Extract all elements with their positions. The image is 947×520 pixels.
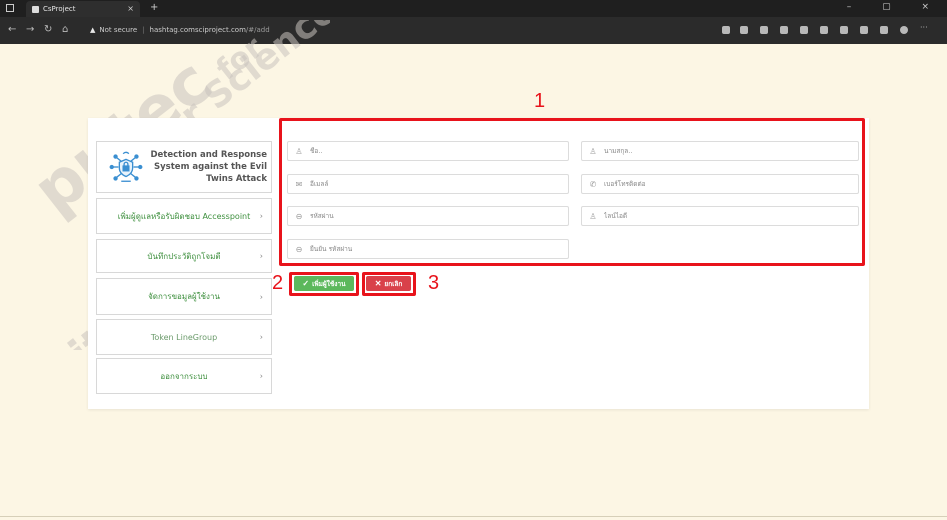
window-menu-icon[interactable] [6,4,14,12]
home-icon[interactable]: ⌂ [62,24,68,35]
chevron-right-icon: › [259,371,263,381]
router-shield-icon [109,151,143,182]
profile-icon[interactable] [900,26,908,34]
sidebar-item-label: เพิ่มผู้ดูแลหรือรับผิดชอบ Accesspoint [117,211,251,221]
add-user-button-label: เพิ่มผู้ใช้งาน [312,280,346,288]
extension-icon[interactable] [820,26,828,34]
sidebar-item-manage-users[interactable]: จัดการขอมูลผู้ใช้งาน › [96,278,272,315]
add-user-button[interactable]: ✓ เพิ่มผู้ใช้งาน [294,276,354,291]
extension-icon[interactable] [760,26,768,34]
close-icon: ✕ [374,279,382,288]
sidebar-item-label: Token LineGroup [150,332,218,342]
favorites-icon[interactable] [860,26,868,34]
sidebar-item-label: จัดการขอมูลผู้ใช้งาน [148,292,220,301]
search-icon[interactable] [722,26,730,34]
split-screen-icon[interactable] [840,26,848,34]
annotation-box-form [279,118,865,266]
browser-tab[interactable]: CsProject × [26,1,140,17]
cancel-button-label: ยกเลิก [384,280,403,288]
chevron-right-icon: › [259,332,263,342]
chevron-right-icon: › [259,211,263,221]
extension-icon[interactable] [740,26,748,34]
app-title: Detection and Response System against th… [150,150,267,184]
window-controls[interactable]: – ▢ × [847,2,943,12]
cancel-button[interactable]: ✕ ยกเลิก [366,276,411,291]
warning-icon: ▲ [90,26,96,34]
browser-tab-bar: CsProject × + – ▢ × [0,0,947,17]
sidebar-item-token-linegroup[interactable]: Token LineGroup › [96,319,272,355]
chevron-right-icon: › [259,251,263,261]
new-tab-button[interactable]: + [150,2,158,13]
sidebar-item-attack-history[interactable]: บันทึกประวัติถูกโจมตี › [96,239,272,273]
collections-icon[interactable] [880,26,888,34]
sidebar-item-logout[interactable]: ออกจากระบบ › [96,358,272,394]
security-label: Not secure [99,26,138,34]
annotation-number-1: 1 [534,90,546,112]
more-options-icon[interactable]: ··· [920,23,928,32]
app-logo-box: Detection and Response System against th… [96,141,272,193]
url-path: /#/add [245,26,270,34]
sidebar-item-label: ออกจากระบบ [160,371,208,381]
tab-close-icon[interactable]: × [127,4,134,13]
back-icon[interactable]: ← [8,24,16,35]
annotation-number-2: 2 [272,272,284,294]
extension-icon[interactable] [780,26,788,34]
forward-icon[interactable]: → [26,24,34,35]
refresh-icon[interactable]: ↻ [44,24,52,35]
address-bar-row: ← → ↻ ⌂ ▲ Not secure | hashtag.comscipro… [0,17,947,44]
sidebar-item-label: บันทึกประวัติถูกโจมตี [147,251,221,261]
sidebar-item-add-accesspoint-admin[interactable]: เพิ่มผู้ดูแลหรือรับผิดชอบ Accesspoint › [96,198,272,234]
tab-favicon-icon [32,5,39,13]
check-icon: ✓ [302,279,310,288]
extension-icon[interactable] [800,26,808,34]
url-field[interactable]: ▲ Not secure | hashtag.comsciproject.com… [90,22,380,38]
tab-title: CsProject [43,5,76,13]
chevron-right-icon: › [259,292,263,301]
annotation-number-3: 3 [428,272,440,294]
footer-divider [0,516,947,517]
url-host: hashtag.comsciproject.com [149,26,246,34]
